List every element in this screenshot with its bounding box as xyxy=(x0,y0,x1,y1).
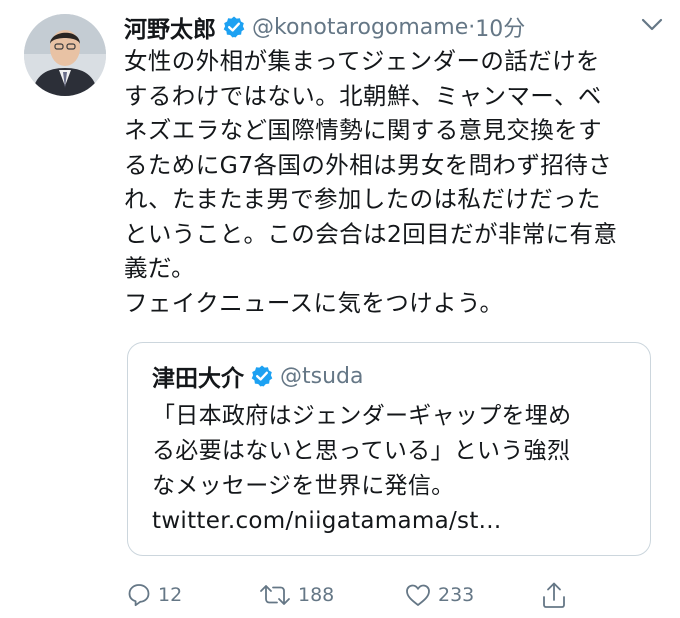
tweet-text: 女性の外相が集まってジェンダーの話だけを するわけではない。北朝鮮、ミャンマー、… xyxy=(124,47,618,317)
reply-button[interactable]: 12 xyxy=(126,577,182,613)
handle[interactable]: @konotarogomame xyxy=(252,15,468,40)
quoted-link[interactable]: twitter.com/niigatamama/st... xyxy=(152,504,632,539)
quoted-tweet[interactable]: 津田大介 @tsuda 「日本政府はジェンダーギャップを埋め る必要はないと思っ… xyxy=(127,342,651,556)
timestamp[interactable]: 10分 xyxy=(475,11,525,43)
retweet-count: 188 xyxy=(298,584,335,606)
quoted-text: 「日本政府はジェンダーギャップを埋め る必要はないと思っている」という強烈 なメ… xyxy=(152,403,572,499)
time-separator: · xyxy=(468,14,476,40)
verified-badge-icon xyxy=(250,364,274,388)
like-button[interactable]: 233 xyxy=(404,577,474,613)
reply-icon xyxy=(126,582,152,608)
reply-count: 12 xyxy=(158,584,183,606)
share-button[interactable] xyxy=(540,577,568,613)
action-bar: 12 188 233 xyxy=(124,577,594,613)
retweet-icon xyxy=(258,582,292,608)
share-icon xyxy=(540,580,568,610)
quoted-tweet-header: 津田大介 @tsuda xyxy=(152,359,363,393)
tweet-header: 河野太郎 @konotarogomame · 10分 xyxy=(124,10,650,44)
retweet-button[interactable]: 188 xyxy=(258,577,334,613)
avatar[interactable] xyxy=(24,14,106,96)
like-count: 233 xyxy=(438,584,475,606)
like-icon xyxy=(404,582,432,608)
quoted-handle: @tsuda xyxy=(280,363,364,389)
display-name[interactable]: 河野太郎 xyxy=(124,10,216,44)
quoted-display-name: 津田大介 xyxy=(152,366,244,392)
quoted-tweet-text: 「日本政府はジェンダーギャップを埋め る必要はないと思っている」という強烈 なメ… xyxy=(152,399,632,539)
verified-badge-icon xyxy=(222,15,246,39)
chevron-down-icon[interactable] xyxy=(638,12,666,36)
tweet: 河野太郎 @konotarogomame · 10分 女性の外相が集まってジェン… xyxy=(0,0,680,618)
